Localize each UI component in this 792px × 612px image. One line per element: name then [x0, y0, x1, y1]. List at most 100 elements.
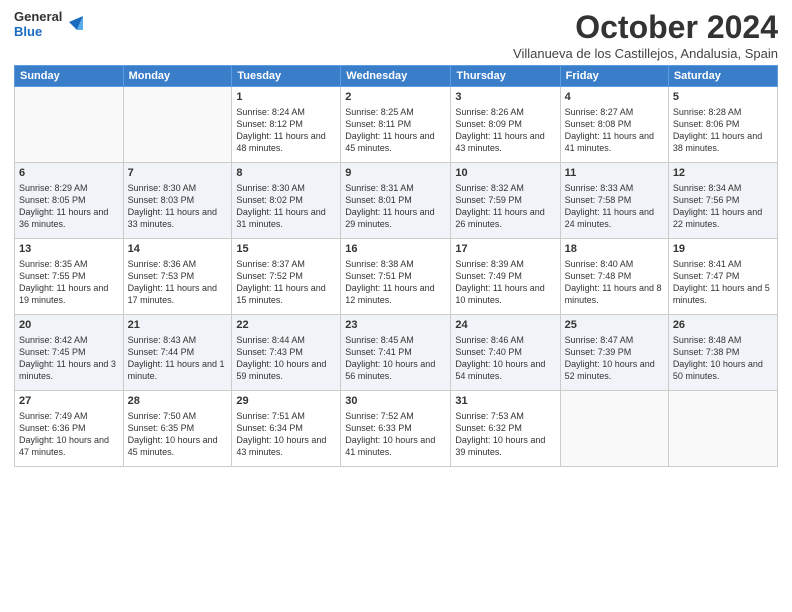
logo-text: General Blue [14, 10, 83, 40]
day-number: 18 [565, 242, 664, 257]
table-row: 7Sunrise: 8:30 AM Sunset: 8:03 PM Daylig… [123, 163, 232, 239]
day-info: Sunrise: 8:48 AM Sunset: 7:38 PM Dayligh… [673, 334, 773, 383]
day-info: Sunrise: 8:28 AM Sunset: 8:06 PM Dayligh… [673, 106, 773, 155]
calendar-week-row: 27Sunrise: 7:49 AM Sunset: 6:36 PM Dayli… [15, 391, 778, 467]
day-info: Sunrise: 8:27 AM Sunset: 8:08 PM Dayligh… [565, 106, 664, 155]
day-number: 2 [345, 90, 446, 105]
day-number: 13 [19, 242, 119, 257]
table-row: 13Sunrise: 8:35 AM Sunset: 7:55 PM Dayli… [15, 239, 124, 315]
day-number: 27 [19, 394, 119, 409]
table-row: 28Sunrise: 7:50 AM Sunset: 6:35 PM Dayli… [123, 391, 232, 467]
table-row: 25Sunrise: 8:47 AM Sunset: 7:39 PM Dayli… [560, 315, 668, 391]
table-row: 23Sunrise: 8:45 AM Sunset: 7:41 PM Dayli… [341, 315, 451, 391]
day-info: Sunrise: 8:43 AM Sunset: 7:44 PM Dayligh… [128, 334, 228, 383]
day-number: 22 [236, 318, 336, 333]
day-number: 8 [236, 166, 336, 181]
day-info: Sunrise: 8:29 AM Sunset: 8:05 PM Dayligh… [19, 182, 119, 231]
day-number: 9 [345, 166, 446, 181]
day-info: Sunrise: 8:31 AM Sunset: 8:01 PM Dayligh… [345, 182, 446, 231]
day-info: Sunrise: 7:52 AM Sunset: 6:33 PM Dayligh… [345, 410, 446, 459]
calendar-week-row: 6Sunrise: 8:29 AM Sunset: 8:05 PM Daylig… [15, 163, 778, 239]
day-info: Sunrise: 8:46 AM Sunset: 7:40 PM Dayligh… [455, 334, 555, 383]
calendar-header-row: Sunday Monday Tuesday Wednesday Thursday… [15, 66, 778, 87]
day-number: 5 [673, 90, 773, 105]
day-info: Sunrise: 8:36 AM Sunset: 7:53 PM Dayligh… [128, 258, 228, 307]
header-saturday: Saturday [668, 66, 777, 87]
day-number: 1 [236, 90, 336, 105]
header-friday: Friday [560, 66, 668, 87]
day-number: 15 [236, 242, 336, 257]
subtitle: Villanueva de los Castillejos, Andalusia… [513, 46, 778, 61]
day-number: 12 [673, 166, 773, 181]
day-info: Sunrise: 7:49 AM Sunset: 6:36 PM Dayligh… [19, 410, 119, 459]
calendar-week-row: 13Sunrise: 8:35 AM Sunset: 7:55 PM Dayli… [15, 239, 778, 315]
table-row: 16Sunrise: 8:38 AM Sunset: 7:51 PM Dayli… [341, 239, 451, 315]
table-row: 15Sunrise: 8:37 AM Sunset: 7:52 PM Dayli… [232, 239, 341, 315]
day-info: Sunrise: 8:38 AM Sunset: 7:51 PM Dayligh… [345, 258, 446, 307]
page: General Blue October 2024 Villanueva de … [0, 0, 792, 612]
day-info: Sunrise: 8:44 AM Sunset: 7:43 PM Dayligh… [236, 334, 336, 383]
day-number: 23 [345, 318, 446, 333]
day-number: 14 [128, 242, 228, 257]
day-number: 3 [455, 90, 555, 105]
calendar-week-row: 20Sunrise: 8:42 AM Sunset: 7:45 PM Dayli… [15, 315, 778, 391]
day-number: 4 [565, 90, 664, 105]
day-info: Sunrise: 8:26 AM Sunset: 8:09 PM Dayligh… [455, 106, 555, 155]
day-number: 29 [236, 394, 336, 409]
day-info: Sunrise: 8:41 AM Sunset: 7:47 PM Dayligh… [673, 258, 773, 307]
table-row: 26Sunrise: 8:48 AM Sunset: 7:38 PM Dayli… [668, 315, 777, 391]
table-row [15, 87, 124, 163]
table-row: 20Sunrise: 8:42 AM Sunset: 7:45 PM Dayli… [15, 315, 124, 391]
day-info: Sunrise: 8:40 AM Sunset: 7:48 PM Dayligh… [565, 258, 664, 307]
header-monday: Monday [123, 66, 232, 87]
table-row: 11Sunrise: 8:33 AM Sunset: 7:58 PM Dayli… [560, 163, 668, 239]
table-row: 14Sunrise: 8:36 AM Sunset: 7:53 PM Dayli… [123, 239, 232, 315]
day-number: 16 [345, 242, 446, 257]
table-row: 18Sunrise: 8:40 AM Sunset: 7:48 PM Dayli… [560, 239, 668, 315]
table-row: 19Sunrise: 8:41 AM Sunset: 7:47 PM Dayli… [668, 239, 777, 315]
day-info: Sunrise: 8:35 AM Sunset: 7:55 PM Dayligh… [19, 258, 119, 307]
header-sunday: Sunday [15, 66, 124, 87]
day-info: Sunrise: 8:39 AM Sunset: 7:49 PM Dayligh… [455, 258, 555, 307]
table-row: 8Sunrise: 8:30 AM Sunset: 8:02 PM Daylig… [232, 163, 341, 239]
day-number: 31 [455, 394, 555, 409]
calendar-table: Sunday Monday Tuesday Wednesday Thursday… [14, 65, 778, 467]
header-tuesday: Tuesday [232, 66, 341, 87]
day-number: 21 [128, 318, 228, 333]
day-info: Sunrise: 8:24 AM Sunset: 8:12 PM Dayligh… [236, 106, 336, 155]
day-number: 11 [565, 166, 664, 181]
day-number: 20 [19, 318, 119, 333]
day-number: 10 [455, 166, 555, 181]
day-number: 17 [455, 242, 555, 257]
table-row: 3Sunrise: 8:26 AM Sunset: 8:09 PM Daylig… [451, 87, 560, 163]
day-number: 7 [128, 166, 228, 181]
table-row: 5Sunrise: 8:28 AM Sunset: 8:06 PM Daylig… [668, 87, 777, 163]
logo: General Blue [14, 10, 83, 40]
month-title: October 2024 [513, 10, 778, 45]
header-thursday: Thursday [451, 66, 560, 87]
table-row: 9Sunrise: 8:31 AM Sunset: 8:01 PM Daylig… [341, 163, 451, 239]
calendar-week-row: 1Sunrise: 8:24 AM Sunset: 8:12 PM Daylig… [15, 87, 778, 163]
day-info: Sunrise: 8:47 AM Sunset: 7:39 PM Dayligh… [565, 334, 664, 383]
day-info: Sunrise: 7:53 AM Sunset: 6:32 PM Dayligh… [455, 410, 555, 459]
table-row: 29Sunrise: 7:51 AM Sunset: 6:34 PM Dayli… [232, 391, 341, 467]
logo-bird-icon [65, 14, 83, 36]
day-number: 28 [128, 394, 228, 409]
day-number: 25 [565, 318, 664, 333]
day-number: 30 [345, 394, 446, 409]
day-info: Sunrise: 8:33 AM Sunset: 7:58 PM Dayligh… [565, 182, 664, 231]
table-row: 24Sunrise: 8:46 AM Sunset: 7:40 PM Dayli… [451, 315, 560, 391]
day-info: Sunrise: 8:42 AM Sunset: 7:45 PM Dayligh… [19, 334, 119, 383]
day-info: Sunrise: 8:34 AM Sunset: 7:56 PM Dayligh… [673, 182, 773, 231]
table-row [123, 87, 232, 163]
table-row: 27Sunrise: 7:49 AM Sunset: 6:36 PM Dayli… [15, 391, 124, 467]
table-row: 30Sunrise: 7:52 AM Sunset: 6:33 PM Dayli… [341, 391, 451, 467]
table-row: 17Sunrise: 8:39 AM Sunset: 7:49 PM Dayli… [451, 239, 560, 315]
day-info: Sunrise: 8:37 AM Sunset: 7:52 PM Dayligh… [236, 258, 336, 307]
day-info: Sunrise: 8:30 AM Sunset: 8:02 PM Dayligh… [236, 182, 336, 231]
day-info: Sunrise: 8:32 AM Sunset: 7:59 PM Dayligh… [455, 182, 555, 231]
day-number: 24 [455, 318, 555, 333]
day-number: 19 [673, 242, 773, 257]
title-block: October 2024 Villanueva de los Castillej… [513, 10, 778, 61]
day-info: Sunrise: 8:25 AM Sunset: 8:11 PM Dayligh… [345, 106, 446, 155]
